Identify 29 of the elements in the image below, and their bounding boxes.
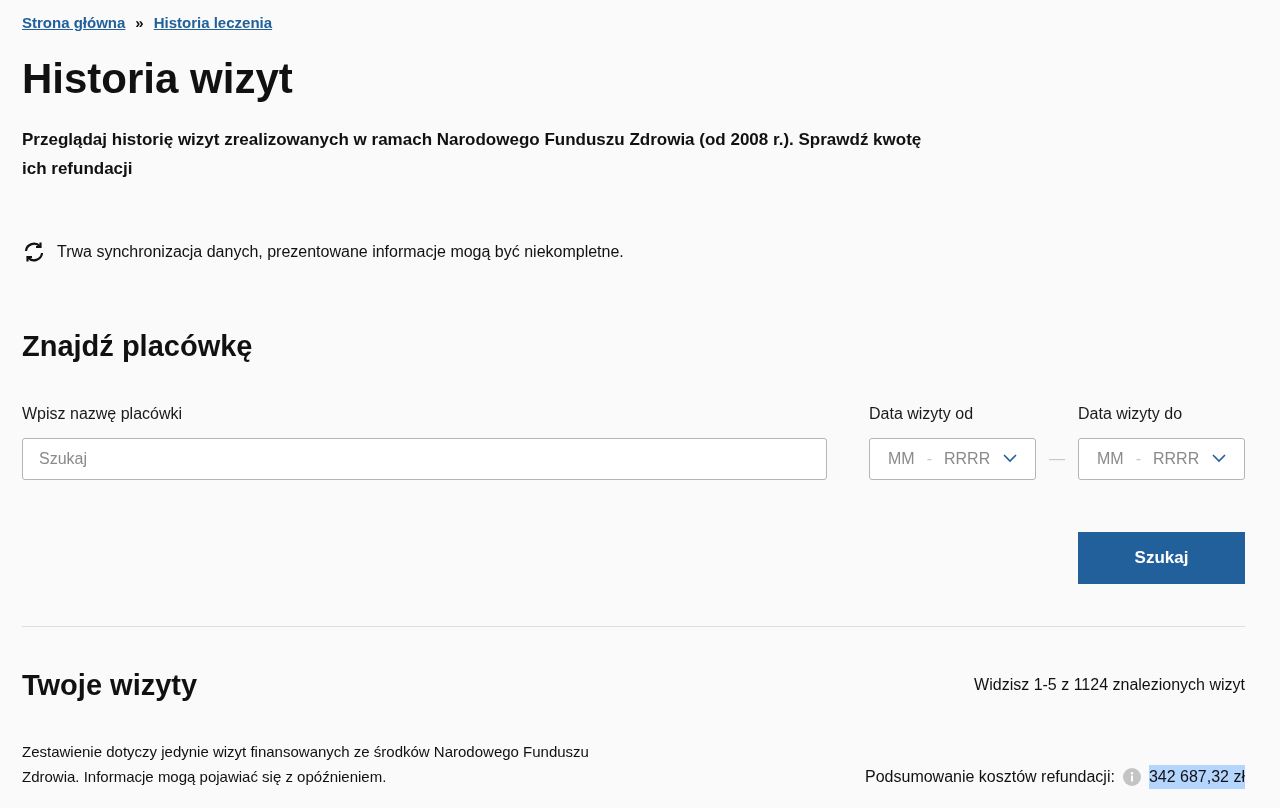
- section-heading: Znajdź placówkę: [22, 328, 254, 364]
- chevron-down-icon: [1003, 454, 1017, 463]
- breadcrumb-separator: »: [135, 13, 144, 33]
- field-label: Data wizyty od: [869, 403, 975, 424]
- sync-notice: Trwa synchronizacja danych, prezentowane informacje mogą być niekompletne.: [57, 241, 624, 262]
- date-separator: -: [926, 448, 932, 469]
- breadcrumb-link[interactable]: Historia leczenia: [153, 12, 273, 35]
- refund-amount: 342 687,32 zł: [1148, 764, 1245, 789]
- section-heading: Twoje wizyty: [22, 667, 198, 703]
- page-description: Przeglądaj historię wizyt zrealizowanych w ramach Narodowego Funduszu Zdrowia (od 2008 r.). Sprawdź kwotę ich refundacji: [22, 128, 922, 180]
- year-placeholder: RRRR: [1153, 448, 1200, 469]
- search-field[interactable]: Szukaj: [22, 437, 827, 480]
- month-placeholder: MM: [888, 448, 915, 469]
- breadcrumb-link[interactable]: Strona główna: [22, 12, 126, 35]
- month-placeholder: MM: [1097, 448, 1124, 469]
- date-separator: -: [1135, 448, 1141, 469]
- search-button[interactable]: Szukaj: [1078, 531, 1245, 584]
- results-count: Widzisz 1-5 z 1124 znalezionych wizyt: [974, 674, 1245, 695]
- year-placeholder: RRRR: [944, 448, 991, 469]
- info-icon[interactable]: [1122, 767, 1141, 786]
- date-field[interactable]: MM - RRRR: [1078, 437, 1245, 480]
- field-label: Wpisz nazwę placówki: [22, 403, 184, 424]
- page-title: Historia wizyt: [22, 53, 294, 104]
- range-separator: —: [1048, 448, 1066, 469]
- chevron-down-icon: [1212, 454, 1226, 463]
- visits-note: Zestawienie dotyczy jedynie wizyt finansowanych ze środków Narodowego Funduszu Zdrowia. Informacje mogą pojawiać się z opóźnieniem.: [22, 741, 590, 787]
- refund-label: Podsumowanie kosztów refundacji:: [865, 766, 1115, 787]
- date-field[interactable]: MM - RRRR: [869, 437, 1036, 480]
- field-label: Data wizyty do: [1078, 403, 1184, 424]
